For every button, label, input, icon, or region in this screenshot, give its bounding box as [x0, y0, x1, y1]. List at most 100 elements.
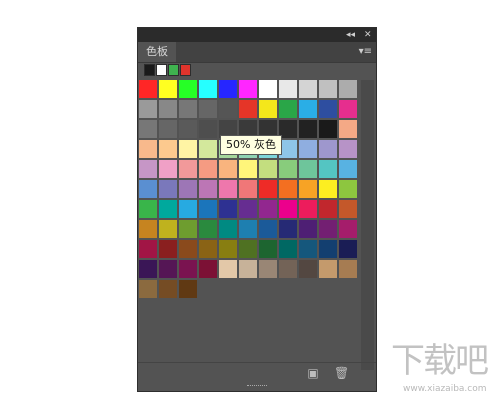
swatch[interactable]: [159, 100, 177, 118]
swatch[interactable]: [239, 240, 257, 258]
swatch[interactable]: [279, 200, 297, 218]
swatch[interactable]: [299, 180, 317, 198]
swatch[interactable]: [279, 180, 297, 198]
swatch[interactable]: [159, 80, 177, 98]
recent-swatch[interactable]: [180, 64, 191, 76]
recent-swatch[interactable]: [144, 64, 155, 76]
swatch[interactable]: [199, 100, 217, 118]
swatch[interactable]: [299, 260, 317, 278]
swatch[interactable]: [299, 140, 317, 158]
swatch[interactable]: [179, 240, 197, 258]
swatch[interactable]: [239, 160, 257, 178]
swatch[interactable]: [179, 100, 197, 118]
swatch[interactable]: [239, 100, 257, 118]
swatch[interactable]: [219, 180, 237, 198]
tab-swatches[interactable]: 色板: [138, 42, 176, 62]
swatch[interactable]: [179, 180, 197, 198]
swatch[interactable]: [199, 240, 217, 258]
scrollbar[interactable]: [361, 80, 374, 370]
panel-menu-icon[interactable]: ▾≡: [359, 46, 372, 58]
recent-swatch[interactable]: [156, 64, 167, 76]
swatch[interactable]: [199, 200, 217, 218]
swatch[interactable]: [339, 240, 357, 258]
swatch[interactable]: [319, 260, 337, 278]
swatch[interactable]: [179, 200, 197, 218]
swatch[interactable]: [259, 200, 277, 218]
swatch[interactable]: [139, 220, 157, 238]
swatch[interactable]: [299, 240, 317, 258]
swatch[interactable]: [339, 260, 357, 278]
swatch[interactable]: [259, 100, 277, 118]
swatch[interactable]: [139, 100, 157, 118]
swatch[interactable]: [279, 260, 297, 278]
swatch[interactable]: [319, 180, 337, 198]
swatch[interactable]: [199, 160, 217, 178]
swatch[interactable]: [319, 80, 337, 98]
swatch[interactable]: [139, 140, 157, 158]
swatch[interactable]: [199, 80, 217, 98]
swatch[interactable]: [319, 120, 337, 138]
delete-swatch-icon[interactable]: 🗑: [334, 366, 349, 380]
swatch[interactable]: [299, 80, 317, 98]
swatch[interactable]: [179, 160, 197, 178]
swatch[interactable]: [159, 280, 177, 298]
swatch[interactable]: [179, 140, 197, 158]
swatch[interactable]: [259, 160, 277, 178]
swatch[interactable]: [159, 140, 177, 158]
swatch[interactable]: [319, 220, 337, 238]
swatch[interactable]: [339, 80, 357, 98]
swatch[interactable]: [239, 220, 257, 238]
swatch[interactable]: [219, 220, 237, 238]
swatch[interactable]: [179, 280, 197, 298]
swatch[interactable]: [159, 260, 177, 278]
swatch[interactable]: [239, 80, 257, 98]
swatch[interactable]: [259, 240, 277, 258]
swatch[interactable]: [319, 160, 337, 178]
swatch[interactable]: [159, 240, 177, 258]
swatch[interactable]: [339, 200, 357, 218]
swatch[interactable]: [339, 160, 357, 178]
new-swatch-icon[interactable]: ▣: [306, 366, 320, 380]
swatch[interactable]: [159, 160, 177, 178]
swatch[interactable]: [339, 180, 357, 198]
swatch[interactable]: [259, 220, 277, 238]
swatch[interactable]: [179, 220, 197, 238]
recent-swatch[interactable]: [168, 64, 179, 76]
swatch[interactable]: [339, 100, 357, 118]
swatch[interactable]: [219, 260, 237, 278]
swatch[interactable]: [299, 160, 317, 178]
swatch[interactable]: [139, 280, 157, 298]
swatch[interactable]: [279, 100, 297, 118]
swatch[interactable]: [319, 200, 337, 218]
swatch[interactable]: [139, 200, 157, 218]
swatch[interactable]: [199, 120, 217, 138]
swatch[interactable]: [219, 240, 237, 258]
swatch[interactable]: [179, 260, 197, 278]
swatch[interactable]: [179, 120, 197, 138]
swatch[interactable]: [299, 220, 317, 238]
swatch[interactable]: [199, 180, 217, 198]
swatch[interactable]: [279, 80, 297, 98]
swatch[interactable]: [279, 240, 297, 258]
collapse-icon[interactable]: ◂◂: [346, 28, 355, 42]
swatch[interactable]: [159, 200, 177, 218]
swatch[interactable]: [259, 260, 277, 278]
swatch[interactable]: [139, 180, 157, 198]
swatch[interactable]: [299, 120, 317, 138]
swatch[interactable]: [159, 120, 177, 138]
swatch[interactable]: [299, 100, 317, 118]
swatch[interactable]: [339, 140, 357, 158]
swatch[interactable]: [339, 220, 357, 238]
swatch[interactable]: [239, 180, 257, 198]
swatch[interactable]: [219, 80, 237, 98]
swatch[interactable]: [139, 260, 157, 278]
swatch[interactable]: [339, 120, 357, 138]
swatch[interactable]: [199, 140, 217, 158]
swatch[interactable]: [239, 200, 257, 218]
swatch[interactable]: [279, 160, 297, 178]
swatch[interactable]: [159, 180, 177, 198]
swatch[interactable]: [219, 160, 237, 178]
swatch[interactable]: [259, 180, 277, 198]
swatch[interactable]: [139, 120, 157, 138]
swatch[interactable]: [319, 140, 337, 158]
